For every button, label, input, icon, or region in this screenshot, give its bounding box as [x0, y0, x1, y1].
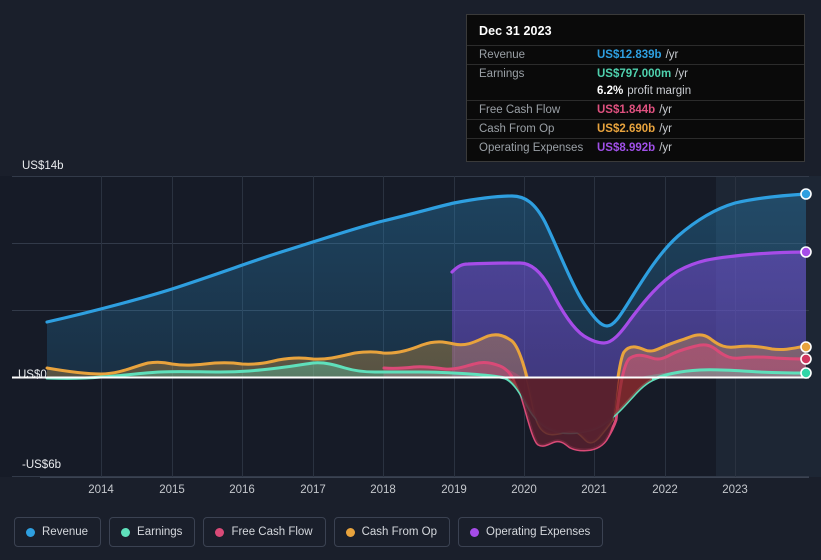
legend-item-label: Revenue [42, 526, 89, 538]
tooltip-row-label: Earnings [479, 68, 525, 80]
chart-legend[interactable]: Revenue Earnings Free Cash Flow Cash From O… [14, 517, 604, 547]
tooltip-row: Free Cash Flow US$1.844b/yr [467, 100, 804, 119]
legend-item-cash-from-op[interactable]: Cash From Op [333, 517, 451, 547]
x-axis-tick-2014: 2014 [88, 484, 114, 496]
legend-color-dot-icon [121, 527, 131, 537]
legend-item-label: Cash From Op [361, 526, 438, 538]
x-axis-tick-2015: 2015 [159, 484, 185, 496]
tooltip-row: 6.2% profit margin [467, 83, 804, 100]
tooltip-row-unit: /yr [659, 123, 672, 135]
tooltip-row: Cash From Op US$2.690b/yr [467, 119, 804, 138]
tooltip-row-label: Cash From Op [479, 123, 555, 135]
tooltip-row-value: US$797.000m [597, 68, 672, 80]
tooltip-date: Dec 31 2023 [479, 24, 552, 38]
tooltip-row-unit: /yr [665, 49, 679, 61]
legend-color-dot-icon [215, 527, 225, 537]
endpoint-revenue [800, 188, 812, 200]
tooltip-row-value: US$8.992b [597, 142, 656, 154]
tooltip-row: Operating Expenses US$8.992b/yr [467, 138, 804, 157]
tooltip-row-value: US$2.690b [597, 123, 656, 135]
legend-item-label: Earnings [137, 526, 183, 538]
data-tooltip: Dec 31 2023 Revenue US$12.839b/yr Earnings… [466, 14, 805, 162]
tooltip-row-unit: profit margin [627, 85, 692, 97]
tooltip-row-value-wrap: US$1.844b/yr [597, 104, 672, 116]
x-axis-tick-2020: 2020 [511, 484, 537, 496]
tooltip-row-value-wrap: 6.2% profit margin [597, 85, 691, 97]
tooltip-row-value-wrap: US$12.839b/yr [597, 49, 678, 61]
tooltip-row-value-wrap: US$797.000m/yr [597, 68, 688, 80]
legend-item-label: Operating Expenses [486, 526, 591, 538]
legend-item-revenue[interactable]: Revenue [14, 517, 102, 547]
x-axis-tick-2016: 2016 [229, 484, 255, 496]
x-axis-tick-2023: 2023 [722, 484, 748, 496]
tooltip-row-value: US$12.839b [597, 49, 662, 61]
endpoint-earnings [800, 367, 812, 379]
tooltip-row-label: Revenue [479, 49, 526, 61]
tooltip-rows: Revenue US$12.839b/yr Earnings US$797.000m /… [467, 45, 804, 157]
legend-item-label: Free Cash Flow [231, 526, 313, 538]
tooltip-row-value-wrap: US$8.992b/yr [597, 142, 672, 154]
y-axis-label-min: -US$6b [22, 459, 61, 471]
tooltip-row-value-wrap: US$2.690b/yr [597, 123, 672, 135]
x-axis-tick-2021: 2021 [581, 484, 607, 496]
legend-color-dot-icon [345, 527, 355, 537]
x-axis-tick-2018: 2018 [370, 484, 396, 496]
legend-item-operating-expenses[interactable]: Operating Expenses [458, 517, 604, 547]
tooltip-row-unit: /yr [659, 142, 672, 154]
endpoint-free-cash-flow [800, 353, 812, 365]
legend-item-free-cash-flow[interactable]: Free Cash Flow [203, 517, 326, 547]
y-axis-label-max: US$14b [22, 160, 64, 172]
tooltip-row: Revenue US$12.839b/yr [467, 45, 804, 64]
tooltip-row-unit: /yr [659, 104, 672, 116]
legend-color-dot-icon [470, 527, 480, 537]
endpoint-operating-expenses [800, 246, 812, 258]
y-axis-label-zero: US$0 [18, 369, 47, 381]
endpoint-cash-from-op [800, 341, 812, 353]
tooltip-row-label: Operating Expenses [479, 142, 584, 154]
tooltip-row-value: US$1.844b [597, 104, 656, 116]
x-axis-tick-2022: 2022 [652, 484, 678, 496]
x-axis-tick-2019: 2019 [441, 484, 467, 496]
tooltip-row-value: 6.2% [597, 85, 624, 97]
x-axis-tick-2017: 2017 [300, 484, 326, 496]
tooltip-row-label: Free Cash Flow [479, 104, 561, 116]
legend-color-dot-icon [26, 527, 35, 537]
tooltip-row-unit: /yr [675, 68, 688, 80]
tooltip-row: Earnings US$797.000m/yr [467, 64, 804, 83]
legend-item-earnings[interactable]: Earnings [109, 517, 196, 547]
